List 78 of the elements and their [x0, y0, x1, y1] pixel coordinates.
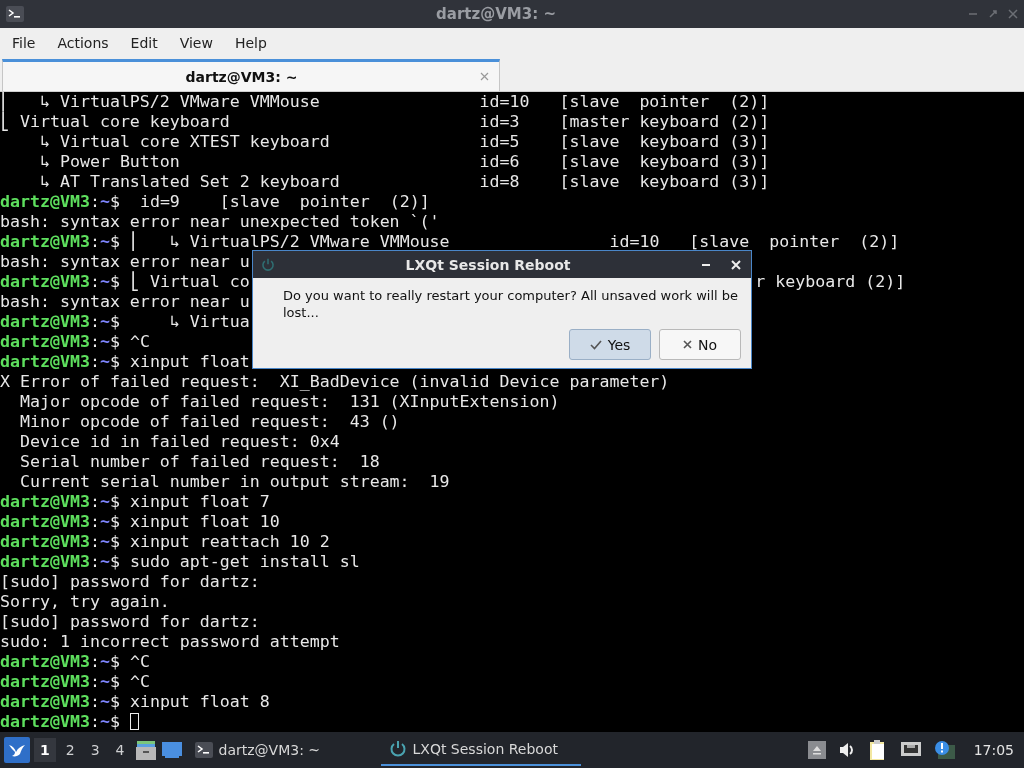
- command-text: xinput float 7: [128, 492, 270, 512]
- close-icon: [682, 340, 692, 349]
- output-line: [sudo] password for dartz:: [0, 612, 260, 632]
- output-line: ⎣ Virtual core keyboard id=3 [master keyboard (2)]: [0, 112, 770, 132]
- output-line: X Error of failed request: XI_BadDevice (invalid Device parameter): [0, 372, 670, 392]
- taskbar-task[interactable]: LXQt Session Reboot: [380, 734, 581, 766]
- command-text: xinput float 8: [128, 692, 270, 712]
- command-text: xinput float: [128, 352, 250, 372]
- shell-prompt: dartz@VM3:~$: [0, 512, 120, 532]
- desktop-switch[interactable]: 3: [84, 738, 106, 762]
- terminal-app-icon: [6, 6, 24, 22]
- clock: 17:05: [973, 742, 1014, 758]
- command-text: r keyboard (2)]: [755, 272, 906, 292]
- shell-prompt: dartz@VM3:~$: [0, 652, 120, 672]
- output-line: ↳ Virtual core XTEST keyboard id=5 [slave keyboard (3)]: [38, 132, 770, 152]
- terminal-icon: [194, 742, 213, 758]
- shell-prompt: dartz@VM3:~$: [0, 352, 120, 372]
- taskbar-task[interactable]: dartz@VM3: ~: [186, 734, 377, 766]
- desktop-switch[interactable]: 4: [109, 738, 131, 762]
- shell-prompt: dartz@VM3:~$: [0, 672, 120, 692]
- shell-prompt: dartz@VM3:~$: [0, 192, 120, 212]
- menu-item[interactable]: Actions: [49, 30, 117, 55]
- command-text: xinput float 10: [128, 512, 280, 532]
- window-title: dartz@VM3: ~: [435, 5, 557, 23]
- eject-icon[interactable]: [807, 741, 826, 759]
- notification-icon[interactable]: [933, 740, 956, 760]
- file-cabinet-icon[interactable]: [134, 739, 157, 761]
- command-text: ^C: [128, 332, 150, 352]
- volume-icon[interactable]: [837, 741, 856, 759]
- output-line: bash: syntax error near unexpected token `(': [0, 212, 440, 231]
- output-line: [sudo] password for dartz:: [0, 572, 260, 592]
- dialog-message: Do you want to really restart your computer? All unsaved work will be lost...: [282, 287, 739, 321]
- command-text: ^C: [128, 652, 150, 672]
- desktop-switch[interactable]: 1: [34, 738, 56, 762]
- output-line: Device id in failed request: 0x4: [18, 432, 340, 452]
- output-line: ↳ AT Translated Set 2 keyboard id=8 [slave keyboard (3)]: [38, 172, 770, 192]
- menu-item[interactable]: Help: [226, 30, 275, 55]
- output-line: ↳ Power Button id=6 [slave keyboard (3)]: [38, 152, 770, 172]
- output-line: bash: syntax error near u: [0, 292, 250, 312]
- command-text: ^C: [128, 672, 150, 692]
- shell-prompt: dartz@VM3:~$: [0, 712, 120, 732]
- desktop-icon[interactable]: [160, 741, 183, 759]
- command-text: id=9 [slave pointer (2)]: [138, 192, 430, 212]
- output-line: bash: syntax error near u: [0, 252, 250, 271]
- command-text: ↳ Virtua: [168, 312, 250, 332]
- output-line: Major opcode of failed request: 131 (XInputExtension): [18, 392, 560, 412]
- shell-prompt: dartz@VM3:~$: [0, 332, 120, 352]
- no-button[interactable]: No: [659, 329, 741, 360]
- shell-prompt: dartz@VM3:~$: [0, 232, 120, 252]
- dialog-title: LXQt Session Reboot: [404, 256, 572, 273]
- command-text: ⎣ Virtual co: [128, 272, 250, 292]
- menu-item[interactable]: Edit: [122, 30, 166, 55]
- output-line: Sorry, try again.: [0, 592, 170, 612]
- output-line: sudo: 1 incorrect password attempt: [0, 632, 340, 652]
- command-text: ⎜ ↳ VirtualPS/2 VMware VMMouse id=10 [slave pointer (2)]: [128, 232, 900, 252]
- output-line: Serial number of failed request: 18: [18, 452, 380, 472]
- power-icon: [261, 257, 275, 272]
- shell-prompt: dartz@VM3:~$: [0, 692, 120, 712]
- yes-button[interactable]: Yes: [569, 329, 651, 360]
- menu-item[interactable]: View: [171, 30, 221, 55]
- output-line: Minor opcode of failed request: 43 (): [18, 412, 400, 432]
- menu-item[interactable]: File: [4, 30, 44, 55]
- maximize-icon[interactable]: [988, 9, 998, 19]
- command-text: xinput reattach 10 2: [128, 532, 330, 552]
- check-icon: [589, 339, 602, 350]
- app-menu-icon[interactable]: [4, 737, 30, 763]
- shell-prompt: dartz@VM3:~$: [0, 272, 120, 292]
- shell-prompt: dartz@VM3:~$: [0, 532, 120, 552]
- output-line: Current serial number in output stream: 19: [18, 472, 450, 492]
- command-text: sudo apt-get install sl: [128, 552, 360, 572]
- shell-prompt: dartz@VM3:~$: [0, 492, 120, 512]
- output-line: ⎜ ↳ VirtualPS/2 VMware VMMouse id=10 [slave pointer (2)]: [0, 92, 770, 111]
- shell-prompt: dartz@VM3:~$: [0, 552, 120, 572]
- power-icon: [388, 740, 407, 758]
- shell-prompt: dartz@VM3:~$: [0, 312, 120, 332]
- desktop-switch[interactable]: 2: [59, 738, 81, 762]
- network-icon[interactable]: [899, 741, 922, 759]
- terminal-tab[interactable]: dartz@VM3: ~: [2, 59, 500, 91]
